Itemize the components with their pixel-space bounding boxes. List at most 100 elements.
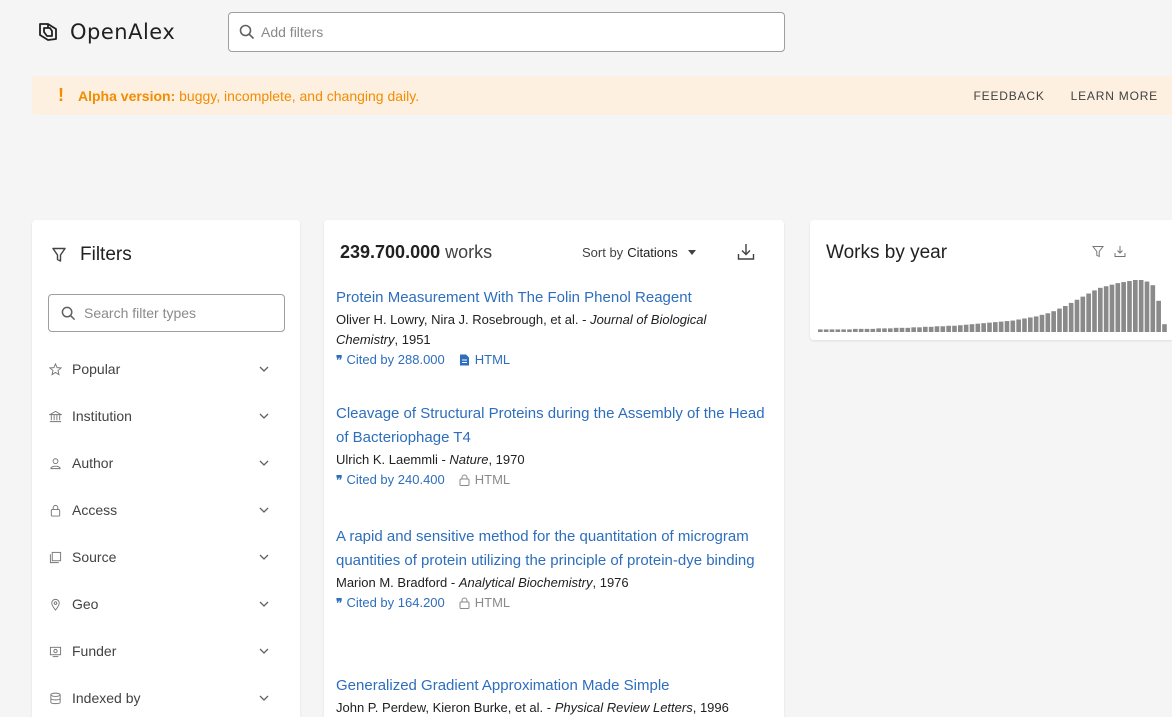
histogram-bar[interactable] — [923, 326, 928, 332]
filter-search-box[interactable] — [48, 294, 285, 332]
histogram-bar[interactable] — [1103, 286, 1109, 332]
logo[interactable]: OpenAlex — [36, 20, 175, 44]
filter-search-input[interactable] — [84, 305, 274, 321]
histogram-bar[interactable] — [1010, 320, 1016, 332]
cropped-heading-strip — [0, 0, 1172, 7]
histogram-bar[interactable] — [993, 322, 998, 332]
histogram-bar[interactable] — [1022, 318, 1027, 332]
filter-item-institution[interactable]: Institution — [48, 401, 270, 431]
histogram-bar[interactable] — [1068, 302, 1074, 332]
histogram-bar[interactable] — [823, 329, 829, 332]
histogram-bar[interactable] — [1156, 300, 1161, 332]
filter-item-source[interactable]: Source — [48, 542, 270, 572]
download-icon[interactable] — [1114, 245, 1126, 258]
histogram-bar[interactable] — [975, 323, 981, 332]
histogram-bar[interactable] — [1115, 283, 1121, 332]
add-filters-input[interactable] — [261, 24, 741, 40]
histogram-bar[interactable] — [1127, 281, 1132, 332]
histogram-bar[interactable] — [1092, 290, 1097, 332]
histogram-bar[interactable] — [1098, 287, 1103, 332]
lock-icon — [459, 597, 470, 609]
openalex-logo-icon — [39, 23, 57, 41]
histogram-bar[interactable] — [940, 326, 946, 332]
filter-item-access[interactable]: Access — [48, 495, 270, 525]
lock-icon — [48, 503, 62, 517]
filter-item-author[interactable]: Author — [48, 448, 270, 478]
histogram-bar[interactable] — [981, 323, 986, 332]
histogram-bar[interactable] — [1016, 319, 1021, 332]
histogram-bar[interactable] — [858, 328, 864, 332]
histogram-bar[interactable] — [841, 329, 846, 332]
histogram-bar[interactable] — [882, 328, 887, 332]
histogram-bar[interactable] — [1080, 296, 1086, 332]
histogram-bar[interactable] — [847, 329, 852, 332]
histogram-bar[interactable] — [1086, 293, 1091, 332]
work-title-link[interactable]: Protein Measurement With The Folin Pheno… — [336, 286, 766, 310]
histogram-bar[interactable] — [1162, 324, 1167, 332]
histogram-bar[interactable] — [963, 324, 969, 332]
cited-by-link[interactable]: ❞ Cited by 164.200 — [336, 595, 445, 610]
work-title-link[interactable]: Generalized Gradient Approximation Made … — [336, 674, 766, 698]
histogram-bar[interactable] — [893, 327, 899, 332]
histogram-bar[interactable] — [1150, 285, 1156, 332]
histogram-bar[interactable] — [946, 325, 951, 332]
histogram-bar[interactable] — [1039, 314, 1045, 332]
filter-item-indexed-by[interactable]: Indexed by — [48, 683, 270, 713]
histogram-bar[interactable] — [1033, 316, 1039, 332]
histogram-bar[interactable] — [1074, 299, 1080, 332]
histogram-bar[interactable] — [911, 327, 916, 332]
histogram-bar[interactable] — [888, 328, 893, 332]
global-search[interactable] — [228, 12, 785, 52]
filter-icon[interactable] — [1092, 245, 1104, 258]
histogram-bar[interactable] — [1063, 306, 1068, 332]
chevron-down-icon — [259, 507, 269, 513]
work-title-link[interactable]: Cleavage of Structural Proteins during t… — [336, 402, 766, 450]
person-icon — [48, 456, 62, 470]
works-by-year-panel: Works by year — [810, 220, 1172, 340]
histogram-bar[interactable] — [969, 324, 975, 332]
sort-dropdown[interactable]: Sort by Citations — [582, 245, 696, 260]
histogram-bar[interactable] — [1133, 280, 1138, 332]
histogram-bar[interactable] — [864, 328, 870, 332]
filter-item-geo[interactable]: Geo — [48, 589, 270, 619]
histogram-bar[interactable] — [829, 329, 835, 332]
histogram-bar[interactable] — [1144, 281, 1150, 332]
work-meta: Ulrich K. Laemmli - Nature, 1970 — [336, 452, 525, 467]
work-item: Cleavage of Structural Proteins during t… — [336, 402, 766, 487]
histogram-bar[interactable] — [853, 328, 858, 332]
histogram-bar[interactable] — [876, 328, 881, 332]
histogram-bar[interactable] — [934, 326, 940, 332]
histogram-bar[interactable] — [1045, 313, 1051, 332]
alpha-banner: ! Alpha version: buggy, incomplete, and … — [32, 76, 1172, 115]
html-link[interactable]: HTML — [459, 352, 510, 367]
chevron-down-icon — [259, 554, 269, 560]
html-link[interactable]: HTML — [459, 472, 510, 487]
filter-item-funder[interactable]: Funder — [48, 636, 270, 666]
histogram-bar[interactable] — [952, 325, 957, 332]
filter-item-popular[interactable]: Popular — [48, 354, 270, 384]
cited-by-link[interactable]: ❞ Cited by 240.400 — [336, 472, 445, 487]
histogram-bar[interactable] — [1121, 282, 1126, 332]
histogram-bar[interactable] — [928, 326, 934, 332]
histogram-bar[interactable] — [1004, 321, 1010, 332]
histogram-bar[interactable] — [1138, 280, 1144, 332]
cited-by-link[interactable]: ❞ Cited by 288.000 — [336, 352, 445, 367]
histogram-bar[interactable] — [870, 328, 876, 332]
histogram-bar[interactable] — [987, 322, 992, 332]
feedback-button[interactable]: FEEDBACK — [974, 89, 1045, 103]
histogram-bar[interactable] — [1057, 308, 1062, 332]
histogram-bar[interactable] — [899, 327, 905, 332]
histogram-bar[interactable] — [818, 329, 823, 332]
histogram-bar[interactable] — [917, 327, 922, 332]
learn-more-button[interactable]: LEARN MORE — [1071, 89, 1158, 103]
histogram-bar[interactable] — [1109, 284, 1115, 332]
histogram-bar[interactable] — [835, 329, 841, 332]
download-icon[interactable] — [736, 242, 756, 262]
histogram-bar[interactable] — [1051, 311, 1056, 332]
histogram-bar[interactable] — [1028, 317, 1033, 332]
histogram-bar[interactable] — [958, 325, 963, 332]
histogram-bar[interactable] — [998, 321, 1004, 332]
work-title-link[interactable]: A rapid and sensitive method for the qua… — [336, 525, 766, 573]
histogram-bar[interactable] — [905, 327, 911, 332]
html-link[interactable]: HTML — [459, 595, 510, 610]
